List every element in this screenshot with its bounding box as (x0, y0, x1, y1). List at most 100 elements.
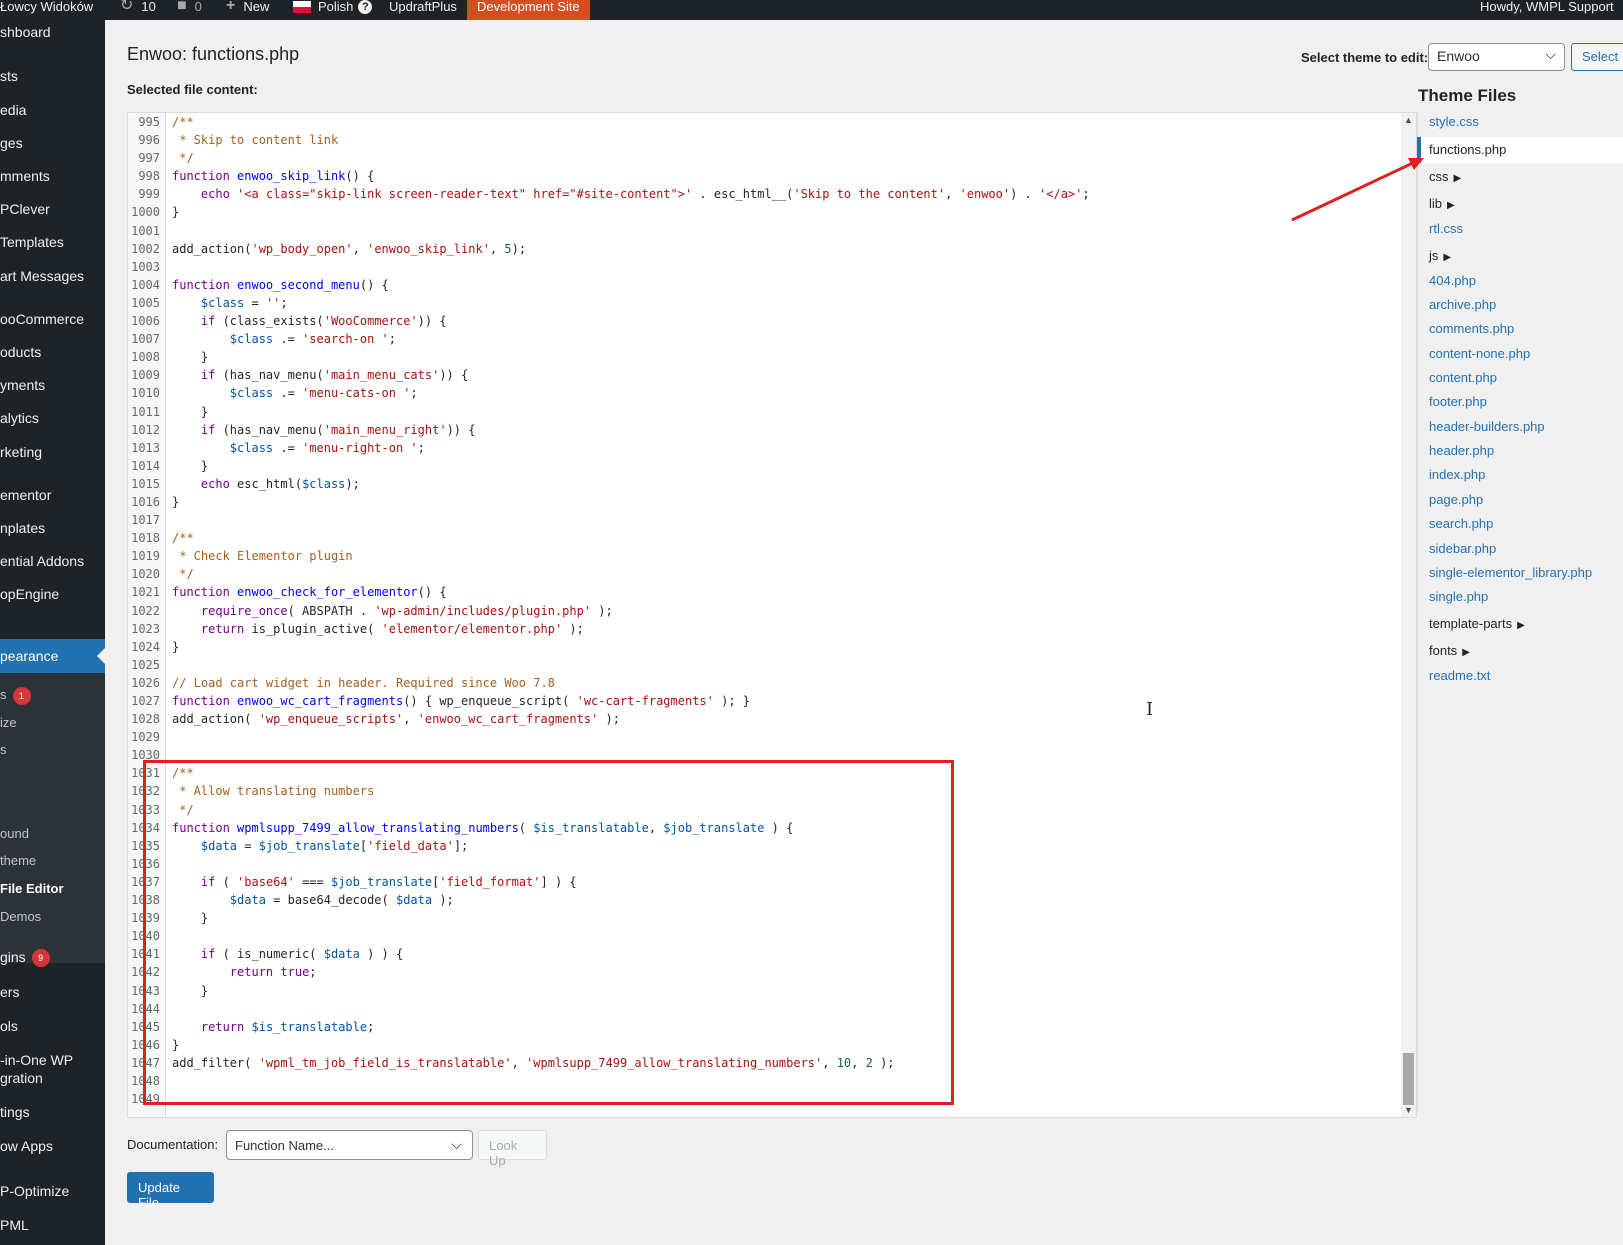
line-code[interactable]: echo esc_html($class); (172, 475, 360, 493)
code-line[interactable]: 1032 * Allow translating numbers (128, 782, 1398, 800)
code-line[interactable]: 998 function enwoo_skip_link() { (128, 167, 1398, 185)
line-code[interactable]: } (172, 403, 208, 421)
admin-bar-howdy[interactable]: Howdy, WMPL Support (1480, 0, 1614, 20)
code-line[interactable]: 1037 if ( 'base64' === $job_translate['f… (128, 873, 1398, 891)
sidebar-item-tools[interactable]: ols (0, 1017, 105, 1035)
line-code[interactable]: * Check Elementor plugin (172, 547, 352, 565)
line-code[interactable]: */ (172, 801, 193, 819)
line-code[interactable]: } (172, 457, 208, 475)
line-code[interactable]: return true; (172, 963, 317, 981)
code-line[interactable]: 1027 function enwoo_wc_cart_fragments() {… (128, 692, 1398, 710)
theme-file-link[interactable]: footer.php (1429, 394, 1487, 409)
code-line[interactable]: 1048 (128, 1072, 1398, 1090)
code-line[interactable]: 1003 (128, 258, 1398, 276)
code-line[interactable]: 1023 return is_plugin_active( 'elementor… (128, 620, 1398, 638)
line-code[interactable]: /** (172, 529, 194, 547)
sidebar-item-analytics[interactable]: alytics (0, 409, 105, 427)
sidebar-item-elementor[interactable]: ementor (0, 486, 105, 504)
line-code[interactable]: */ (172, 565, 193, 583)
line-code[interactable]: } (172, 348, 208, 366)
code-line[interactable]: 1011 } (128, 403, 1398, 421)
theme-folder[interactable]: template-parts ▶ (1429, 616, 1525, 631)
theme-file-link[interactable]: index.php (1429, 467, 1485, 482)
scroll-thumb[interactable] (1403, 1053, 1414, 1105)
code-line[interactable]: 1046} (128, 1036, 1398, 1054)
line-code[interactable]: */ (172, 149, 193, 167)
code-line[interactable]: 1045 return $is_translatable; (128, 1018, 1398, 1036)
sidebar-item-posts[interactable]: sts (0, 67, 105, 85)
code-line[interactable]: 1005 $class = ''; (128, 294, 1398, 312)
code-line[interactable]: 1049 (128, 1090, 1398, 1108)
line-code[interactable]: /** (172, 113, 194, 131)
theme-file-link[interactable]: content-none.php (1429, 346, 1530, 361)
admin-bar-comments[interactable]: ■ 0 (177, 0, 202, 20)
theme-select-dropdown[interactable]: Enwoo ⌵ (1428, 43, 1565, 71)
submenu-item-customize[interactable]: ize (0, 714, 105, 732)
code-lines[interactable]: 995/** 996 * Skip to content link 997 */99… (128, 113, 1398, 1108)
line-code[interactable]: } (172, 638, 179, 656)
theme-file-link[interactable]: page.php (1429, 492, 1483, 507)
line-code[interactable]: return $is_translatable; (172, 1018, 374, 1036)
sidebar-item-settings[interactable]: tings (0, 1103, 105, 1121)
code-line[interactable]: 1001 (128, 222, 1398, 240)
sidebar-item-users[interactable]: ers (0, 983, 105, 1001)
code-line[interactable]: 1004 function enwoo_second_menu() { (128, 276, 1398, 294)
code-line[interactable]: 1016} (128, 493, 1398, 511)
look-up-button[interactable]: Look Up (478, 1130, 547, 1168)
theme-file-link[interactable]: search.php (1429, 516, 1493, 531)
theme-file-link[interactable]: single.php (1429, 589, 1488, 604)
line-code[interactable]: $class .= 'search-on '; (172, 330, 396, 348)
code-line[interactable]: 1028 add_action( 'wp_enqueue_scripts', 'e… (128, 710, 1398, 728)
sidebar-item-loopengine[interactable]: opEngine (0, 585, 105, 603)
code-line[interactable]: 1033 */ (128, 801, 1398, 819)
code-line[interactable]: 1026 // Load cart widget in header. Requi… (128, 674, 1398, 692)
line-code[interactable]: $class .= 'menu-cats-on '; (172, 384, 418, 402)
code-line[interactable]: 1007 $class .= 'search-on '; (128, 330, 1398, 348)
code-line[interactable]: 1002 add_action('wp_body_open', 'enwoo_sk… (128, 240, 1398, 258)
theme-file-link[interactable]: header-builders.php (1429, 419, 1545, 434)
sidebar-item-wpml[interactable]: PML (0, 1216, 105, 1234)
code-line[interactable]: 1040 (128, 927, 1398, 945)
code-line[interactable]: 1000} (128, 203, 1398, 221)
admin-bar-development-site[interactable]: Development Site (467, 0, 590, 20)
line-code[interactable]: echo '<a class="skip-link screen-reader-… (172, 185, 1090, 203)
scroll-up-icon[interactable]: ▲ (1404, 115, 1413, 125)
code-line[interactable]: 1041 if ( is_numeric( $data ) ) { (128, 945, 1398, 963)
line-code[interactable]: $data = base64_decode( $data ); (172, 891, 454, 909)
code-line[interactable]: 1009 if (has_nav_menu('main_menu_cats'))… (128, 366, 1398, 384)
sidebar-item-snow-apps[interactable]: ow Apps (0, 1137, 105, 1155)
line-code[interactable]: if (has_nav_menu('main_menu_cats')) { (172, 366, 468, 384)
code-line[interactable]: 1019 * Check Elementor plugin (128, 547, 1398, 565)
code-line[interactable]: 1010 $class .= 'menu-cats-on '; (128, 384, 1398, 402)
code-line[interactable]: 1044 (128, 1000, 1398, 1018)
sidebar-item-all-in-one-wp-migration[interactable]: -in-One WP (0, 1051, 105, 1069)
theme-file-link[interactable]: sidebar.php (1429, 541, 1496, 556)
code-line[interactable]: 1029 (128, 728, 1398, 746)
submenu-item-widgets[interactable]: s (0, 741, 105, 759)
code-line[interactable]: 1020 */ (128, 565, 1398, 583)
admin-bar-updraftplus[interactable]: UpdraftPlus (389, 0, 457, 20)
code-line[interactable]: 1031 /** (128, 764, 1398, 782)
submenu-item-themes[interactable]: s1 (0, 686, 105, 705)
line-code[interactable]: $data = $job_translate['field_data']; (172, 837, 468, 855)
admin-bar-site-name[interactable]: Łowcy Widoków (0, 0, 93, 20)
code-line[interactable]: 1017 (128, 511, 1398, 529)
sidebar-item-appearance[interactable]: pearance (0, 639, 105, 673)
code-line[interactable]: 1021 function enwoo_check_for_elementor()… (128, 583, 1398, 601)
line-code[interactable]: if (class_exists('WooCommerce')) { (172, 312, 447, 330)
line-code[interactable]: $class = ''; (172, 294, 288, 312)
theme-file-link[interactable]: functions.php (1417, 137, 1623, 163)
sidebar-item-elementor-templates[interactable]: nplates (0, 519, 105, 537)
code-line[interactable]: 1018 /** (128, 529, 1398, 547)
code-line[interactable]: 1042 return true; (128, 963, 1398, 981)
line-code[interactable]: return is_plugin_active( 'elementor/elem… (172, 620, 584, 638)
sidebar-item-cart-messages[interactable]: art Messages (0, 267, 105, 285)
sidebar-item-wp-optimize[interactable]: P-Optimize (0, 1182, 105, 1200)
code-line[interactable]: 996 * Skip to content link (128, 131, 1398, 149)
line-code[interactable]: * Allow translating numbers (172, 782, 374, 800)
editor-scrollbar[interactable]: ▲ ▼ (1401, 113, 1416, 1117)
line-code[interactable]: function enwoo_second_menu() { (172, 276, 389, 294)
admin-bar-new[interactable]: + New (226, 0, 269, 20)
admin-bar-updates[interactable]: ↻ 10 (120, 0, 156, 20)
sidebar-item-plugins[interactable]: gins 9 (0, 948, 105, 968)
